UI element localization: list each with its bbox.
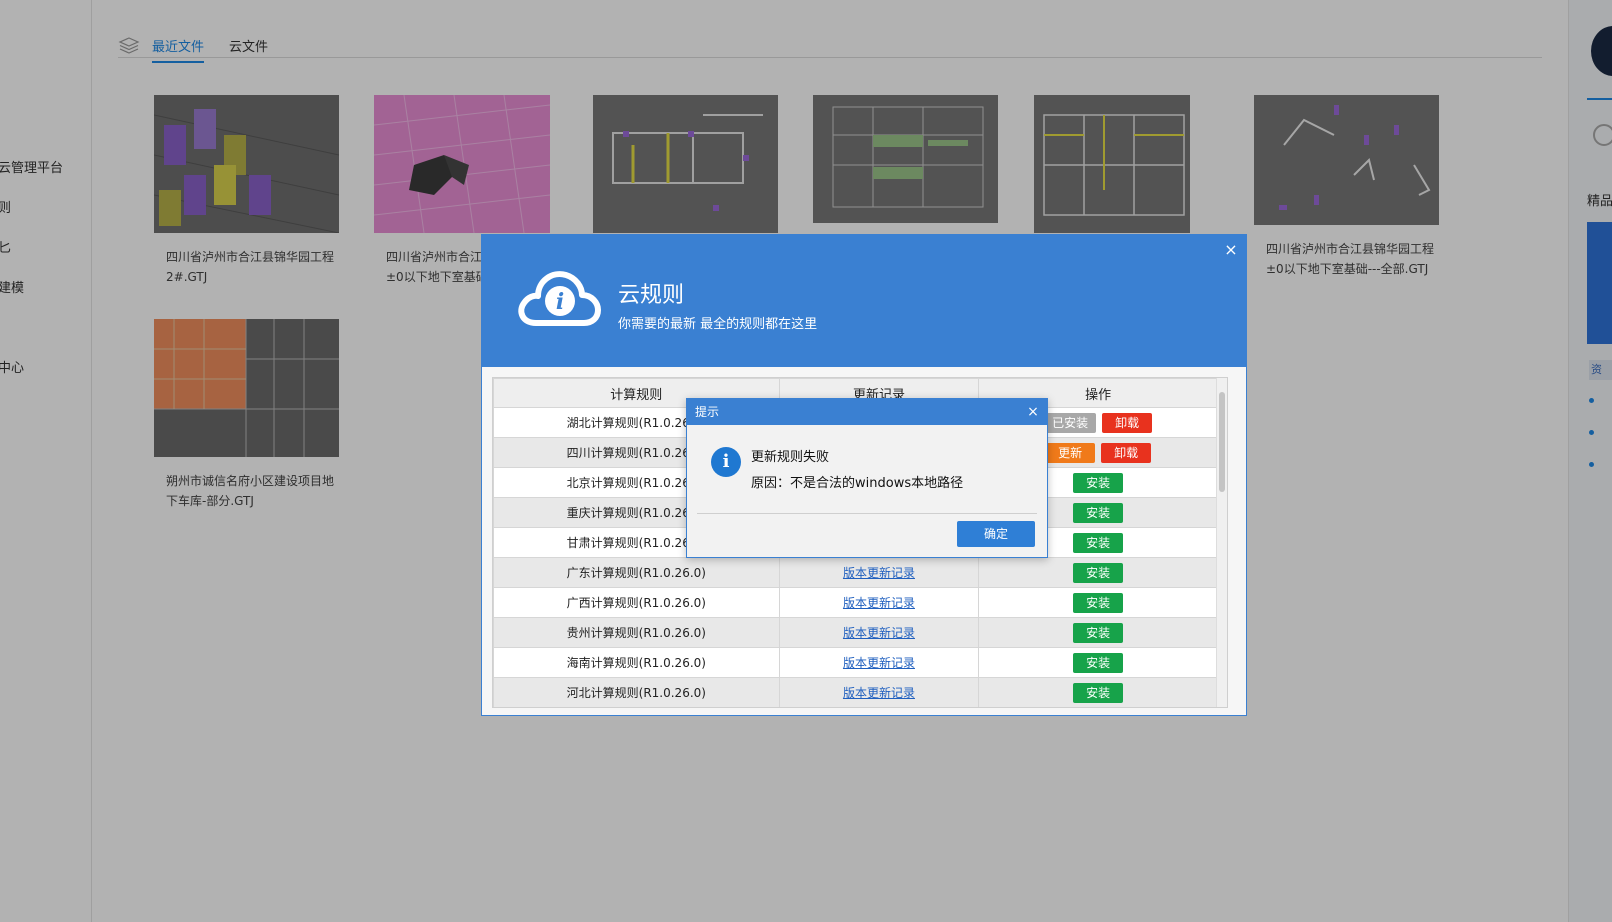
update-log-cell: 版本更新记录 — [778, 677, 980, 707]
alert-dialog: 提示 × i 更新规则失败 原因：不是合法的windows本地路径 确定 — [686, 398, 1048, 558]
version-log-link[interactable]: 版本更新记录 — [843, 656, 915, 670]
alert-message: 更新规则失败 — [751, 450, 830, 465]
update-log-cell: 版本更新记录 — [778, 617, 980, 648]
install-button[interactable]: 安装 — [1073, 532, 1124, 553]
operation-cell: 安装 — [978, 617, 1218, 648]
rule-name: 广东计算规则(R1.0.26.0) — [493, 557, 780, 588]
table-row: 广东计算规则(R1.0.26.0) 版本更新记录 安装 — [493, 557, 1218, 588]
install-button[interactable]: 安装 — [1073, 652, 1124, 673]
svg-text:i: i — [556, 289, 564, 315]
version-log-link[interactable]: 版本更新记录 — [843, 626, 915, 640]
operation-cell: 安装 — [978, 557, 1218, 588]
install-button[interactable]: 安装 — [1073, 622, 1124, 643]
scrollbar-thumb[interactable] — [1219, 392, 1225, 492]
uninstall-button[interactable]: 卸载 — [1101, 442, 1152, 463]
table-row: 海南计算规则(R1.0.26.0) 版本更新记录 安装 — [493, 647, 1218, 678]
update-log-cell: 版本更新记录 — [778, 587, 980, 618]
close-icon[interactable]: × — [1025, 399, 1041, 425]
dialog-header: i 云规则 你需要的最新 最全的规则都在这里 × — [482, 235, 1246, 367]
update-log-cell: 版本更新记录 — [778, 557, 980, 588]
vertical-scrollbar[interactable] — [1216, 378, 1227, 707]
alert-title-bar: 提示 × — [687, 399, 1047, 425]
table-row: 河北计算规则(R1.0.26.0) 版本更新记录 安装 — [493, 677, 1218, 707]
table-row: 贵州计算规则(R1.0.26.0) 版本更新记录 安装 — [493, 617, 1218, 648]
ok-button[interactable]: 确定 — [957, 521, 1035, 547]
update-log-cell: 版本更新记录 — [778, 647, 980, 678]
installed-button[interactable]: 已安装 — [1044, 412, 1097, 433]
install-button[interactable]: 安装 — [1073, 682, 1124, 703]
install-button[interactable]: 安装 — [1073, 502, 1124, 523]
alert-reason: 原因：不是合法的windows本地路径 — [751, 476, 964, 491]
rule-name: 广西计算规则(R1.0.26.0) — [493, 587, 780, 618]
info-icon: i — [711, 447, 741, 477]
update-button[interactable]: 更新 — [1045, 442, 1096, 463]
rule-name: 河北计算规则(R1.0.26.0) — [493, 677, 780, 707]
cloud-info-icon: i — [518, 271, 601, 326]
version-log-link[interactable]: 版本更新记录 — [843, 566, 915, 580]
version-log-link[interactable]: 版本更新记录 — [843, 596, 915, 610]
rule-name: 贵州计算规则(R1.0.26.0) — [493, 617, 780, 648]
operation-cell: 安装 — [978, 587, 1218, 618]
operation-cell: 安装 — [978, 677, 1218, 707]
divider — [697, 513, 1037, 514]
alert-title: 提示 — [695, 405, 720, 419]
uninstall-button[interactable]: 卸载 — [1102, 412, 1153, 433]
install-button[interactable]: 安装 — [1073, 562, 1124, 583]
dialog-title: 云规则 — [618, 283, 685, 308]
version-log-link[interactable]: 版本更新记录 — [843, 686, 915, 700]
dialog-subtitle: 你需要的最新 最全的规则都在这里 — [618, 317, 818, 332]
install-button[interactable]: 安装 — [1073, 472, 1124, 493]
operation-cell: 安装 — [978, 647, 1218, 678]
close-icon[interactable]: × — [1222, 241, 1240, 259]
install-button[interactable]: 安装 — [1073, 592, 1124, 613]
rule-name: 海南计算规则(R1.0.26.0) — [493, 647, 780, 678]
table-row: 广西计算规则(R1.0.26.0) 版本更新记录 安装 — [493, 587, 1218, 618]
